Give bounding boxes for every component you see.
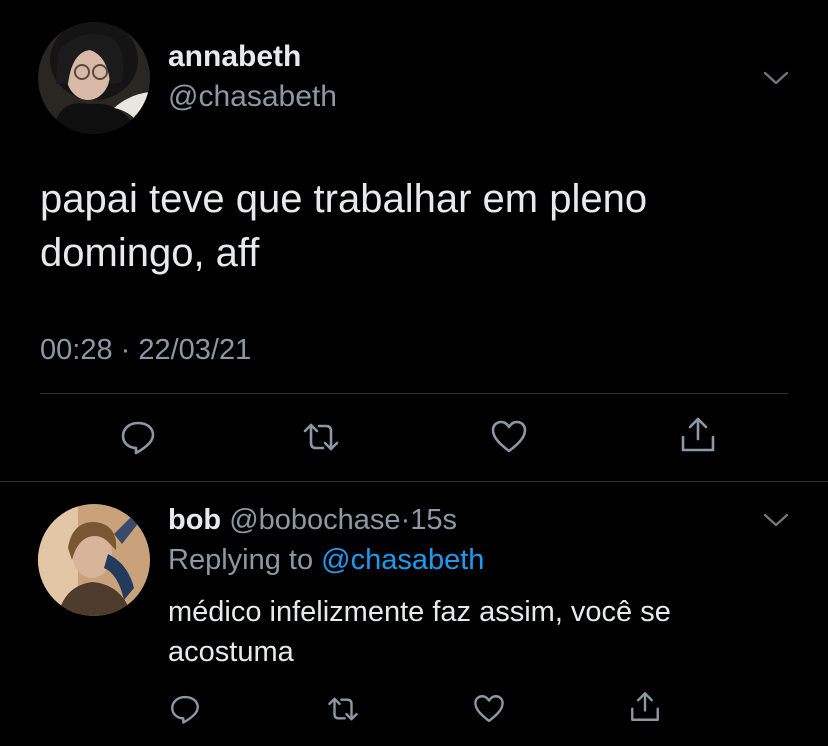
user-handle[interactable]: @bobochase (229, 504, 400, 536)
divider (0, 481, 828, 482)
divider (40, 393, 788, 394)
chevron-down-icon[interactable] (762, 64, 790, 92)
avatar-bob[interactable] (38, 504, 150, 616)
replying-label: Replying to (168, 544, 314, 576)
share-icon[interactable] (678, 415, 718, 455)
share-icon[interactable] (628, 690, 662, 724)
reply-icon[interactable] (168, 692, 202, 726)
tweet-time: 00:28 (40, 334, 113, 366)
tweet-text: papai teve que trabalhar em pleno doming… (40, 177, 648, 275)
like-icon[interactable] (489, 417, 529, 457)
display-name[interactable]: bob (168, 504, 221, 536)
tweet-text: médico infelizmente faz assim, você se a… (168, 596, 671, 668)
reply-header: bob @bobochase·15s (168, 504, 457, 537)
replying-to: Replying to @chasabeth (168, 544, 484, 577)
timestamp-separator: · (112, 334, 139, 366)
tweet-timestamp[interactable]: 00:28 · 22/03/21 (40, 334, 251, 367)
separator-dot: · (400, 504, 411, 536)
relative-time[interactable]: 15s (410, 504, 457, 536)
like-icon[interactable] (472, 692, 506, 726)
replying-handle-link[interactable]: @chasabeth (321, 544, 484, 576)
avatar-annabeth[interactable] (38, 22, 150, 134)
tweet-date: 22/03/21 (138, 334, 252, 366)
reply-icon[interactable] (118, 417, 158, 457)
user-handle[interactable]: @chasabeth (168, 80, 337, 114)
display-name[interactable]: annabeth (168, 40, 301, 74)
retweet-icon[interactable] (301, 417, 341, 457)
retweet-icon[interactable] (326, 692, 360, 726)
chevron-down-icon[interactable] (762, 506, 790, 534)
